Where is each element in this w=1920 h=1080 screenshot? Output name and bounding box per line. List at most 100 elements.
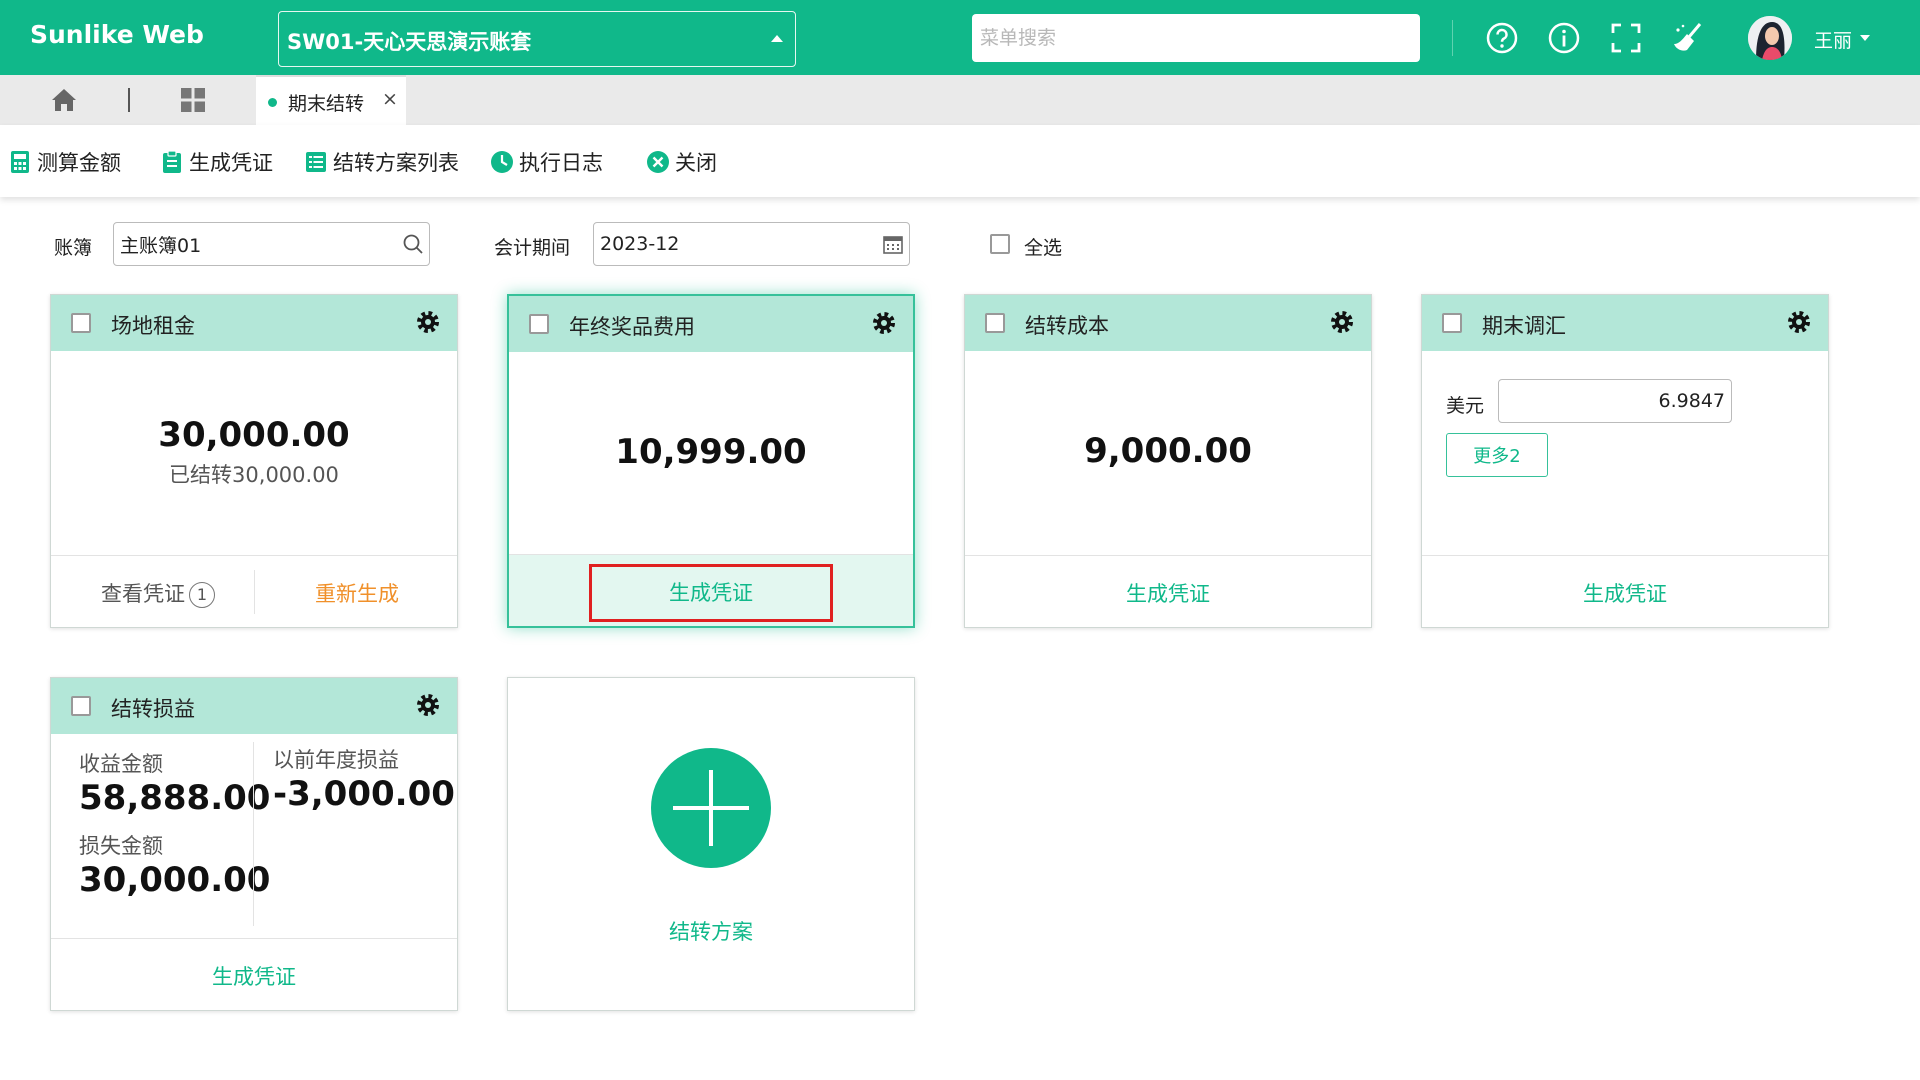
ledger-input[interactable] [113, 222, 430, 266]
generate-voucher-link[interactable]: 生成凭证 [965, 578, 1371, 608]
card-title: 结转成本 [1025, 314, 1109, 338]
gear-icon[interactable] [871, 310, 897, 336]
prior-year-label: 以前年度损益 [273, 748, 399, 772]
card-header: 结转成本 [965, 295, 1371, 351]
caret-down-icon[interactable] [1860, 35, 1870, 41]
card-checkbox[interactable] [529, 314, 549, 334]
action-toolbar: 测算金额 生成凭证 结转方案列表 执行日志 关闭 [0, 125, 1920, 197]
generate-voucher-link[interactable]: 生成凭证 [1422, 578, 1828, 608]
tab-label: 期末结转 [288, 93, 365, 115]
calc-amount-label: 测算金额 [37, 151, 121, 175]
gear-icon[interactable] [1786, 309, 1812, 335]
card-footer: 生成凭证 [51, 938, 457, 1010]
close-icon[interactable]: × [382, 88, 398, 110]
card-header: 期末调汇 [1422, 295, 1828, 351]
income-label: 收益金额 [79, 752, 163, 776]
card-amount: 9,000.00 [1084, 431, 1252, 471]
list-icon [306, 152, 326, 172]
gear-icon[interactable] [415, 692, 441, 718]
card-title: 期末调汇 [1482, 314, 1566, 338]
view-voucher-label: 查看凭证 [101, 582, 185, 606]
account-book-select[interactable]: SW01-天心天思演示账套 [278, 11, 796, 67]
card-carry-cost: 结转成本 9,000.00 生成凭证 [964, 294, 1372, 628]
card-title: 年终奖品费用 [569, 315, 695, 339]
grid-icon[interactable] [180, 87, 206, 113]
plus-icon[interactable] [651, 748, 771, 868]
card-header: 年终奖品费用 [509, 296, 913, 352]
select-all-label: 全选 [1024, 237, 1063, 259]
close-page-label: 关闭 [675, 151, 717, 175]
caret-up-icon [771, 35, 783, 42]
card-footer: 生成凭证 [965, 555, 1371, 627]
carried-amount: 已结转30,000.00 [169, 463, 339, 487]
close-circle-icon [647, 151, 669, 173]
card-header: 场地租金 [51, 295, 457, 351]
prior-year-value: -3,000.00 [273, 774, 455, 814]
card-title: 场地租金 [111, 314, 195, 338]
active-dot-icon [268, 98, 277, 107]
loss-value: 30,000.00 [79, 860, 271, 900]
tab-separator [128, 88, 130, 112]
clock-icon [491, 151, 513, 173]
gear-icon[interactable] [415, 309, 441, 335]
select-all-checkbox[interactable] [990, 234, 1010, 254]
fullscreen-icon[interactable] [1608, 20, 1644, 56]
search-icon[interactable] [402, 233, 424, 255]
generate-voucher-label: 生成凭证 [189, 151, 273, 175]
card-footer: 查看凭证 1 重新生成 [51, 555, 457, 627]
account-book-label: SW01-天心天思演示账套 [287, 30, 532, 54]
card-checkbox[interactable] [1442, 313, 1462, 333]
calendar-icon[interactable] [882, 233, 904, 255]
execution-log-button[interactable]: 执行日志 [490, 148, 603, 176]
home-icon[interactable] [50, 87, 78, 113]
loss-label: 损失金额 [79, 834, 163, 858]
card-checkbox[interactable] [71, 696, 91, 716]
highlight-box [589, 564, 833, 622]
exchange-rate-input[interactable] [1498, 379, 1732, 423]
top-header: Sunlike Web SW01-天心天思演示账套 王丽 [0, 0, 1920, 75]
card-fx-revaluation: 期末调汇 美元 更多2 生成凭证 [1421, 294, 1829, 628]
period-input[interactable] [593, 222, 910, 266]
clipboard-icon [163, 150, 181, 173]
pl-divider [253, 742, 254, 926]
currency-label: 美元 [1446, 395, 1485, 417]
calculator-icon [11, 151, 29, 173]
broom-icon[interactable] [1670, 20, 1706, 56]
regenerate-link[interactable]: 重新生成 [255, 578, 459, 608]
tab-period-end-transfer[interactable]: 期末结转 × [256, 75, 406, 125]
card-footer: 生成凭证 [1422, 555, 1828, 627]
help-icon[interactable] [1484, 20, 1520, 56]
card-amount: 10,999.00 [615, 432, 807, 472]
info-icon[interactable] [1546, 20, 1582, 56]
ledger-label: 账簿 [54, 237, 93, 259]
tab-bar: 期末结转 × [0, 75, 1920, 125]
user-avatar[interactable] [1748, 16, 1792, 60]
app-brand: Sunlike Web [30, 20, 204, 49]
card-title: 结转损益 [111, 697, 195, 721]
generate-voucher-button[interactable]: 生成凭证 [160, 148, 273, 176]
close-page-button[interactable]: 关闭 [646, 148, 717, 176]
header-divider [1452, 20, 1453, 56]
income-value: 58,888.00 [79, 778, 271, 818]
card-amount: 30,000.00 [158, 415, 350, 455]
gear-icon[interactable] [1329, 309, 1355, 335]
card-profit-loss: 结转损益 收益金额 58,888.00 损失金额 30,000.00 以前年度损… [50, 677, 458, 1011]
voucher-count-badge: 1 [189, 582, 215, 608]
username[interactable]: 王丽 [1814, 26, 1852, 53]
plan-list-label: 结转方案列表 [333, 151, 459, 175]
view-voucher-link[interactable]: 查看凭证 1 [91, 578, 225, 608]
generate-voucher-link[interactable]: 生成凭证 [51, 961, 457, 991]
plan-list-button[interactable]: 结转方案列表 [304, 148, 459, 176]
period-label: 会计期间 [494, 237, 571, 259]
card-header: 结转损益 [51, 678, 457, 734]
calc-amount-button[interactable]: 测算金额 [8, 148, 121, 176]
card-checkbox[interactable] [71, 313, 91, 333]
menu-search-input[interactable] [972, 14, 1420, 62]
card-add-plan[interactable]: 结转方案 [507, 677, 915, 1011]
card-year-end-bonus: 年终奖品费用 10,999.00 生成凭证 [507, 294, 915, 628]
more-currencies-button[interactable]: 更多2 [1446, 433, 1548, 477]
execution-log-label: 执行日志 [519, 151, 603, 175]
card-venue-rent: 场地租金 30,000.00 已结转30,000.00 查看凭证 1 重新生成 [50, 294, 458, 628]
card-checkbox[interactable] [985, 313, 1005, 333]
add-plan-label[interactable]: 结转方案 [508, 916, 914, 946]
